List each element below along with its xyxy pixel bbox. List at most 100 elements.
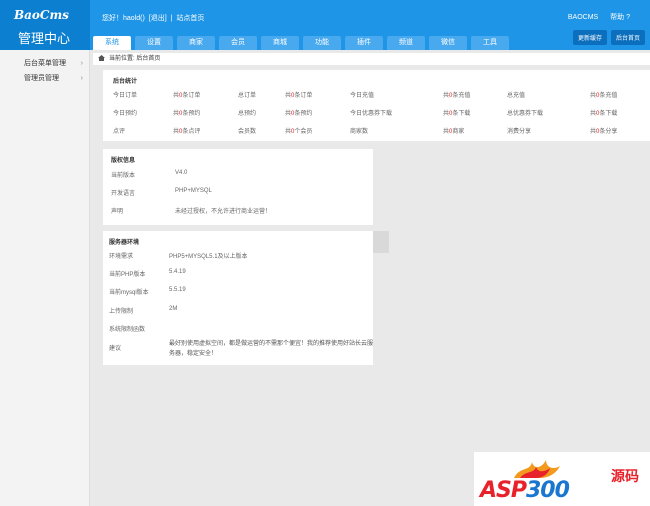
site-home-link[interactable]: 站点首页 <box>176 15 204 22</box>
watermark-text: ASP300 <box>480 478 570 503</box>
stats-suffix: 条点评 <box>182 129 201 135</box>
stats-label: 点评 <box>113 129 126 135</box>
version-title: 版权信息 <box>111 158 136 164</box>
version-value: V4.0 <box>175 170 188 176</box>
stats-title: 后台统计 <box>113 79 138 85</box>
main-tabs: 系统 设置 商家 会员 商城 功能 插件 频道 微信 工具 <box>93 36 509 50</box>
welcome-bar: 您好！haold() [退出] | 站点首页 <box>102 13 206 23</box>
logo[interactable]: BaoCms <box>14 8 69 22</box>
stats-label: 总充值 <box>507 93 526 99</box>
stats-count: 共0条订单 <box>173 90 200 99</box>
stats-count: 共0条点评 <box>173 126 200 135</box>
refresh-cache-button[interactable]: 更新缓存 <box>572 30 607 45</box>
version-value: 未经过授权，不允许进行商业运营！ <box>175 209 272 215</box>
stats-label: 会员数 <box>238 129 257 135</box>
home-icon <box>98 55 105 61</box>
stats-suffix: 条分享 <box>599 129 618 135</box>
sidebar-item-label: 后台菜单管理 <box>24 60 66 67</box>
stats-label: 今日充值 <box>350 93 375 99</box>
breadcrumb-text: 当前位置: 后台首页 <box>109 56 161 62</box>
stats-suffix: 条订单 <box>294 93 313 99</box>
watermark-blue: 300 <box>526 478 570 503</box>
stats-count: 共0商家 <box>443 126 464 135</box>
stats-count: 共0条下载 <box>590 108 617 117</box>
header-buttons: 更新缓存 后台首页 <box>572 30 645 45</box>
stats-label: 总优惠券下载 <box>507 111 544 117</box>
server-key: 当前PHP版本 <box>109 272 146 278</box>
stats-label: 今日优惠券下载 <box>350 111 393 117</box>
server-value: 2M <box>169 306 178 312</box>
tab-plugins[interactable]: 插件 <box>345 36 383 50</box>
stats-count: 共0条订单 <box>285 90 312 99</box>
tab-settings[interactable]: 设置 <box>135 36 173 50</box>
watermark-red: ASP <box>480 478 527 503</box>
stats-label: 总预约 <box>238 111 257 117</box>
stats-suffix: 条预约 <box>294 111 313 117</box>
tab-tools[interactable]: 工具 <box>471 36 509 50</box>
version-value: PHP+MYSQL <box>175 188 212 194</box>
flame-icon <box>514 460 560 478</box>
stats-suffix: 个会员 <box>294 129 313 135</box>
tab-system[interactable]: 系统 <box>93 36 131 50</box>
server-key: 环境需求 <box>109 254 134 260</box>
stats-row: 点评 共0条点评 会员数 共0个会员 商家数 共0商家 消费分享 共0条分享 <box>113 126 648 136</box>
version-key: 当前版本 <box>111 173 136 179</box>
stats-panel: 后台统计 今日订单 共0条订单 总订单 共0条订单 今日充值 共0条充值 总充值 共0条充值今… <box>103 70 650 141</box>
help-link[interactable]: 帮助 ? <box>610 14 630 21</box>
logo-area: BaoCms 管理中心 <box>0 0 90 50</box>
server-key: 系统限制函数 <box>109 327 146 333</box>
stats-label: 今日预约 <box>113 111 138 117</box>
stats-count: 共0条预约 <box>173 108 200 117</box>
server-panel: 服务器环境 环境需求 PHP5+MYSQL5.1及以上版本 当前PHP版本 5.… <box>103 231 373 365</box>
stats-row: 今日订单 共0条订单 总订单 共0条订单 今日充值 共0条充值 总充值 共0条充值 <box>113 90 648 100</box>
tab-wechat[interactable]: 微信 <box>429 36 467 50</box>
version-panel: 版权信息 当前版本 V4.0 开发语言 PHP+MYSQL 声明 未经过授权，不… <box>103 149 373 225</box>
server-advice: 最好别使用虚拟空间，都是做运营的不需那个便宜！我的推荐使用好站长云服务器，稳定安… <box>169 341 374 357</box>
stats-suffix: 条预约 <box>182 111 201 117</box>
server-value: 5.4.19 <box>169 269 186 275</box>
server-key: 上传限制 <box>109 309 134 315</box>
sidebar: 后台菜单管理 › 管理员管理 › <box>0 50 90 506</box>
server-key: 建议 <box>109 346 122 352</box>
asp300-watermark: ASP300 源码 <box>474 452 650 506</box>
logout-link[interactable]: [退出] <box>149 15 167 22</box>
stats-label: 消费分享 <box>507 129 532 135</box>
gray-block <box>373 231 389 253</box>
stats-count: 共0条充值 <box>590 90 617 99</box>
stats-suffix: 条充值 <box>452 93 471 99</box>
version-key: 开发语言 <box>111 191 136 197</box>
stats-count: 共0个会员 <box>285 126 312 135</box>
watermark-cn: 源码 <box>611 468 639 484</box>
divider: | <box>170 15 173 22</box>
stats-label: 商家数 <box>350 129 369 135</box>
stats-count: 共0条下载 <box>443 108 470 117</box>
server-value: PHP5+MYSQL5.1及以上版本 <box>169 254 248 260</box>
version-key: 声明 <box>111 209 124 215</box>
brand-right: BAOCMS 帮助 ? <box>558 12 630 22</box>
server-value: 5.5.19 <box>169 287 186 293</box>
breadcrumb: 当前位置: 后台首页 <box>93 53 650 65</box>
tab-merchants[interactable]: 商家 <box>177 36 215 50</box>
brand-name: BAOCMS <box>567 14 599 21</box>
stats-suffix: 商家 <box>452 129 465 135</box>
stats-suffix: 条订单 <box>182 93 201 99</box>
chevron-right-icon: › <box>80 60 83 67</box>
tab-functions[interactable]: 功能 <box>303 36 341 50</box>
welcome-text: 您好！haold() <box>102 15 145 22</box>
sidebar-item-menu-management[interactable]: 后台菜单管理 › <box>0 56 89 71</box>
stats-count: 共0条充值 <box>443 90 470 99</box>
stats-row: 今日预约 共0条预约 总预约 共0条预约 今日优惠券下载 共0条下载 总优惠券下载 共0条下载 <box>113 108 648 118</box>
tab-mall[interactable]: 商城 <box>261 36 299 50</box>
sidebar-item-admin-management[interactable]: 管理员管理 › <box>0 71 89 86</box>
admin-center-title: 管理中心 <box>18 32 71 47</box>
admin-home-button[interactable]: 后台首页 <box>610 30 645 45</box>
top-header: BaoCms 管理中心 您好！haold() [退出] | 站点首页 BAOCM… <box>0 0 650 50</box>
chevron-right-icon: › <box>80 75 83 82</box>
tab-channels[interactable]: 频道 <box>387 36 425 50</box>
stats-suffix: 条下载 <box>452 111 471 117</box>
server-key: 当前mysql版本 <box>109 290 149 296</box>
stats-suffix: 条下载 <box>599 111 618 117</box>
stats-label: 今日订单 <box>113 93 138 99</box>
stats-label: 总订单 <box>238 93 257 99</box>
tab-members[interactable]: 会员 <box>219 36 257 50</box>
